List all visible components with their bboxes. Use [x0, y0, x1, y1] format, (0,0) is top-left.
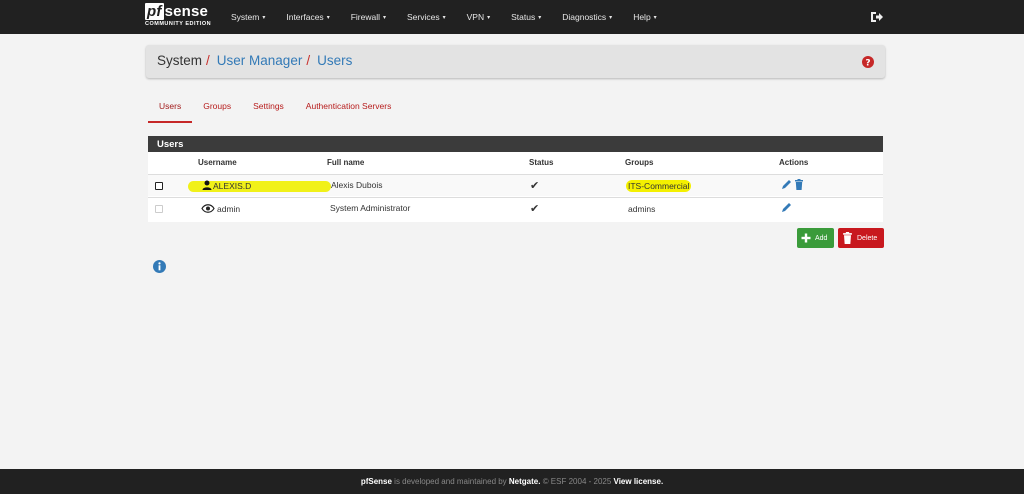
logo-sense: sense: [164, 3, 209, 20]
add-button-label: Add: [815, 234, 828, 242]
status-check-icon: ✔: [530, 203, 540, 215]
col-header-status[interactable]: Status: [529, 158, 553, 167]
svg-text:?: ?: [865, 58, 870, 68]
col-header-groups[interactable]: Groups: [625, 158, 653, 167]
add-button[interactable]: Add: [797, 228, 834, 248]
fullname-cell: Alexis Dubois: [331, 180, 383, 190]
breadcrumb-separator: /: [206, 53, 210, 68]
footer-text1: is developed and maintained by: [391, 477, 509, 486]
caret-down-icon: ▾: [442, 14, 446, 21]
row-select-checkbox[interactable]: [155, 182, 163, 190]
menu-services[interactable]: Services ▾: [398, 0, 458, 34]
delete-button-label: Delete: [857, 234, 878, 242]
caret-down-icon: ▾: [382, 14, 386, 21]
caret-down-icon: ▾: [487, 14, 491, 21]
menu-vpn[interactable]: VPN ▾: [458, 0, 503, 34]
top-navbar: pf sense COMMUNITY EDITION System ▾ Interf…: [0, 0, 1024, 34]
groups-cell: ITS-Commercial: [626, 180, 692, 192]
main-menu: System ▾ Interfaces ▾ Firewall ▾ Services ▾ …: [222, 0, 669, 34]
tab-users[interactable]: Users: [148, 95, 193, 123]
sign-out-icon[interactable]: [870, 10, 884, 24]
col-header-username[interactable]: Username: [198, 158, 237, 167]
breadcrumb-separator: /: [306, 53, 311, 68]
menu-interfaces-label: Interfaces: [286, 12, 324, 22]
pencil-icon[interactable]: [781, 179, 792, 190]
menu-status[interactable]: Status ▾: [502, 0, 553, 34]
question-circle-icon[interactable]: ?: [862, 56, 874, 68]
col-header-actions: Actions: [779, 158, 809, 167]
fullname-cell: System Administrator: [330, 203, 411, 213]
menu-help-label: Help: [633, 12, 651, 22]
info-circle-icon[interactable]: [153, 260, 166, 273]
tab-authentication-servers[interactable]: Authentication Servers: [295, 95, 403, 123]
status-check-icon: ✔: [530, 180, 540, 192]
caret-down-icon: ▾: [609, 14, 613, 21]
trash-icon[interactable]: [794, 179, 804, 190]
footer-text2: © ESF 2004 - 2025: [540, 477, 614, 486]
menu-firewall[interactable]: Firewall ▾: [342, 0, 398, 34]
breadcrumb-users[interactable]: Users: [317, 53, 352, 68]
plus-icon: [801, 233, 811, 243]
breadcrumb-system: System: [157, 53, 203, 68]
menu-diagnostics-label: Diagnostics: [562, 12, 607, 22]
panel-title: Users: [148, 136, 883, 152]
caret-down-icon: ▾: [653, 14, 657, 21]
menu-interfaces[interactable]: Interfaces ▾: [277, 0, 341, 34]
trash-icon: [843, 232, 852, 244]
logo-edition: COMMUNITY EDITION: [145, 21, 212, 27]
menu-firewall-label: Firewall: [350, 12, 380, 22]
logo-pf: pf: [145, 3, 164, 20]
tab-groups[interactable]: Groups: [192, 95, 242, 123]
menu-status-label: Status: [511, 12, 536, 22]
col-header-fullname[interactable]: Full name: [327, 158, 364, 167]
menu-system-label: System: [231, 12, 260, 22]
table-row[interactable]: admin System Administrator ✔ admins: [148, 197, 883, 219]
username-cell: admin: [217, 204, 241, 214]
menu-system[interactable]: System ▾: [222, 0, 277, 34]
user-icon: [202, 180, 212, 190]
caret-down-icon: ▾: [262, 14, 266, 21]
breadcrumb: System / User Manager / Users: [157, 53, 352, 68]
footer-license-link[interactable]: View license.: [614, 477, 664, 486]
pfsense-logo[interactable]: pf sense COMMUNITY EDITION: [145, 3, 215, 30]
tab-settings[interactable]: Settings: [242, 95, 295, 123]
breadcrumb-user-manager[interactable]: User Manager: [217, 53, 303, 68]
eye-icon: [201, 204, 215, 213]
pencil-icon[interactable]: [781, 202, 792, 213]
row-select-checkbox[interactable]: [155, 205, 163, 213]
username-cell: ALEXIS.D: [213, 181, 252, 191]
table-row[interactable]: ALEXIS.D Alexis Dubois ✔ ITS-Commercial: [148, 174, 883, 196]
menu-help[interactable]: Help ▾: [624, 0, 669, 34]
delete-button[interactable]: Delete: [838, 228, 884, 248]
menu-vpn-label: VPN: [466, 12, 485, 22]
breadcrumb-panel: System / User Manager / Users ?: [146, 45, 885, 78]
groups-cell: admins: [628, 204, 656, 214]
tab-bar: Users Groups Settings Authentication Ser…: [148, 95, 402, 123]
footer-company-link[interactable]: Netgate.: [509, 477, 541, 486]
caret-down-icon: ▾: [538, 14, 542, 21]
footer: pfSense is developed and maintained by N…: [0, 469, 1024, 494]
footer-product: pfSense: [360, 477, 392, 486]
menu-diagnostics[interactable]: Diagnostics ▾: [553, 0, 624, 34]
menu-services-label: Services: [407, 12, 440, 22]
caret-down-icon: ▾: [326, 14, 330, 21]
